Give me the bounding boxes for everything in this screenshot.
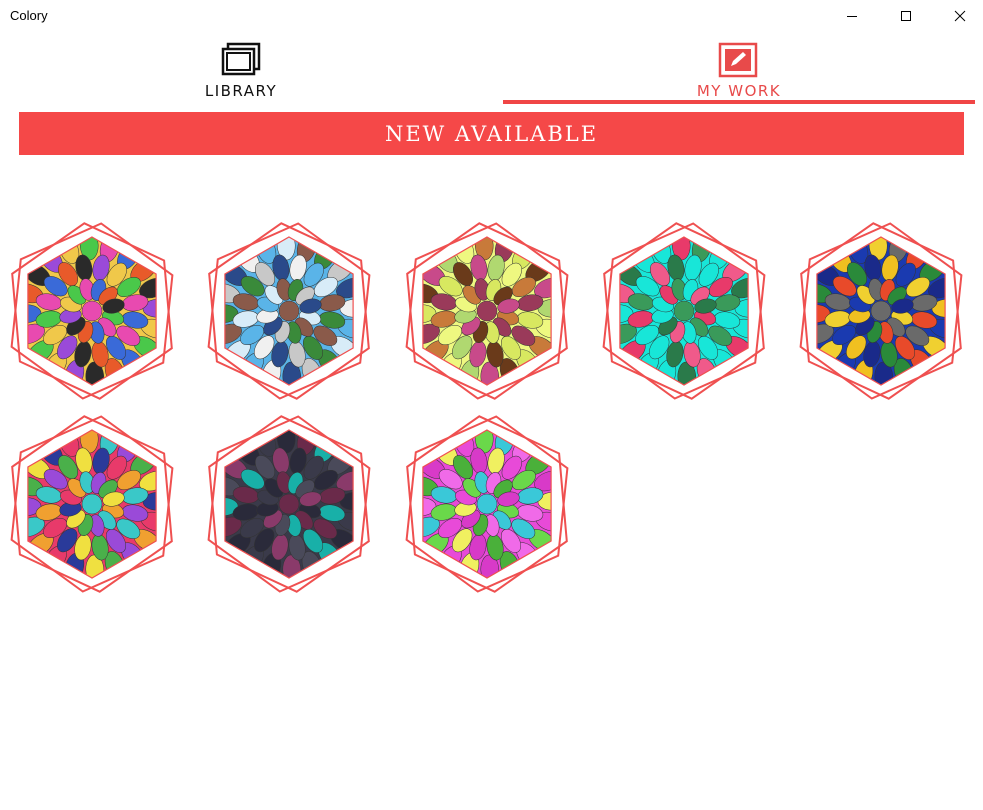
title-bar: Colory bbox=[0, 0, 983, 32]
tab-my-work-label: MY WORK bbox=[696, 82, 782, 100]
minimize-icon bbox=[847, 16, 857, 17]
artwork-thumbnail bbox=[10, 222, 174, 400]
tab-my-work[interactable]: MY WORK bbox=[503, 38, 975, 104]
artwork-tile-cathedral[interactable] bbox=[205, 218, 375, 404]
artwork-thumbnail bbox=[207, 415, 371, 593]
artwork-tile-pink-green-mandala[interactable] bbox=[403, 411, 573, 597]
artwork-thumbnail bbox=[405, 415, 569, 593]
app-title: Colory bbox=[10, 8, 48, 23]
artwork-tile-stained-glass-mosaic[interactable] bbox=[8, 218, 178, 404]
edit-icon bbox=[718, 42, 758, 78]
tab-library[interactable]: LIBRARY bbox=[20, 38, 462, 104]
artwork-tile-dark-mandala[interactable] bbox=[205, 411, 375, 597]
artwork-thumbnail bbox=[10, 415, 174, 593]
artwork-tile-rainbow-mandala[interactable] bbox=[8, 411, 178, 597]
new-available-banner[interactable]: NEW AVAILABLE bbox=[19, 112, 964, 155]
artwork-tile-cat-with-yarn[interactable] bbox=[403, 218, 573, 404]
artwork-tile-flower[interactable] bbox=[600, 218, 770, 404]
maximize-button[interactable] bbox=[883, 0, 929, 32]
maximize-icon bbox=[901, 11, 911, 21]
active-tab-indicator bbox=[503, 100, 975, 104]
library-icon bbox=[221, 42, 261, 76]
artwork-thumbnail bbox=[207, 222, 371, 400]
artwork-thumbnail bbox=[602, 222, 766, 400]
artwork-thumbnail bbox=[799, 222, 963, 400]
close-button[interactable] bbox=[937, 0, 983, 32]
tab-library-label: LIBRARY bbox=[204, 82, 278, 100]
close-icon bbox=[954, 10, 966, 22]
artwork-thumbnail bbox=[405, 222, 569, 400]
artwork-tile-eiffel-tower[interactable] bbox=[797, 218, 967, 404]
minimize-button[interactable] bbox=[829, 0, 875, 32]
banner-label: NEW AVAILABLE bbox=[384, 121, 599, 146]
